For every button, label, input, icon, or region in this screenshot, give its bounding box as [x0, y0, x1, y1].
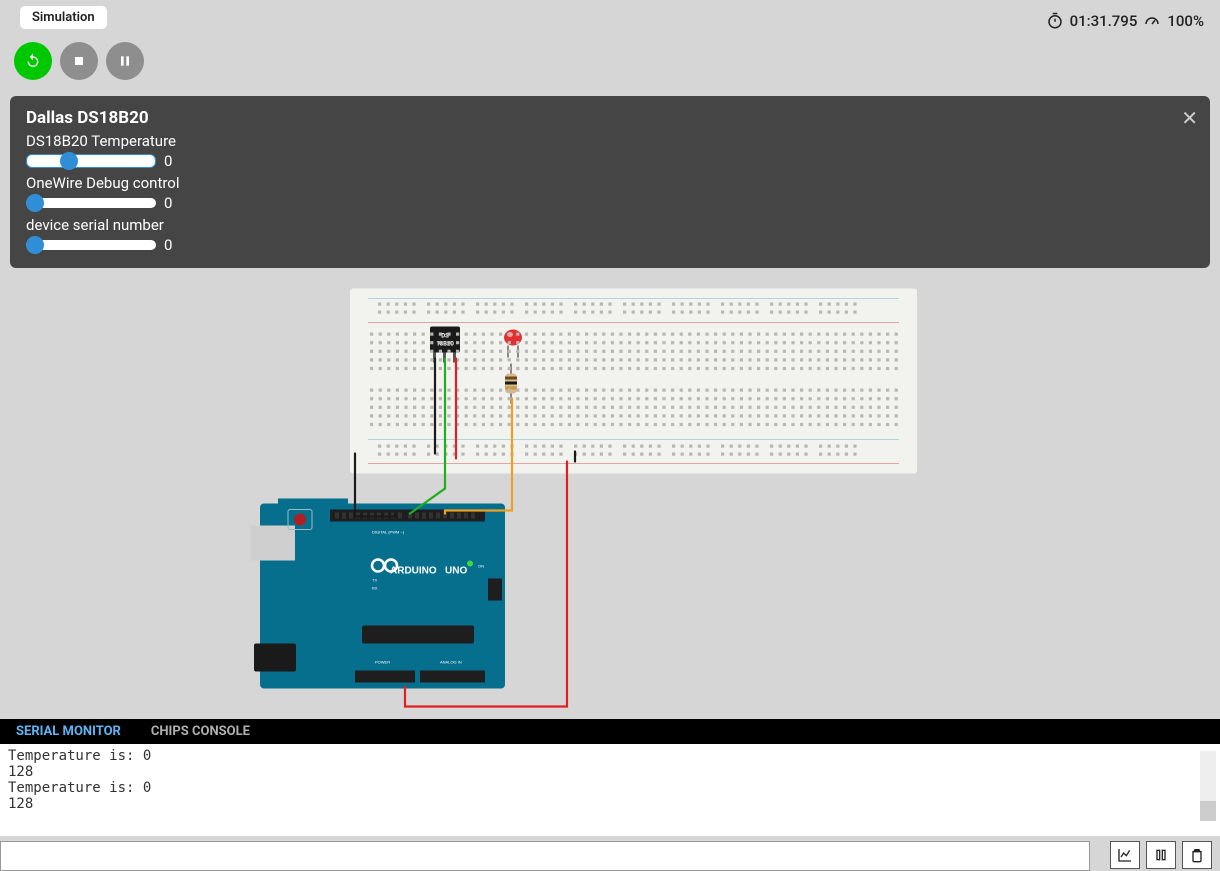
serial-clear-button[interactable] — [1182, 841, 1212, 869]
elapsed-time: 01:31.795 — [1070, 12, 1138, 30]
serial-line: 128 — [8, 796, 1212, 812]
svg-text:POWER: POWER — [375, 660, 390, 665]
serial-pause-button[interactable] — [1146, 841, 1176, 869]
simulation-tab[interactable]: Simulation — [20, 6, 107, 29]
panel-close-button[interactable]: ✕ — [1181, 106, 1198, 131]
console-tabs: SERIAL MONITOR CHIPS CONSOLE — [0, 719, 1220, 744]
serial-buttons — [1110, 841, 1212, 869]
panel-title: Dallas DS18B20 — [26, 108, 1194, 128]
stopwatch-icon — [1046, 12, 1064, 30]
slider-label: device serial number — [26, 216, 1194, 234]
serial-line: Temperature is: 0 — [8, 748, 1212, 764]
plot-button[interactable] — [1110, 841, 1140, 869]
ds18b20-chip[interactable]: DS 18B20 — [430, 327, 460, 363]
debug-slider[interactable] — [26, 198, 156, 208]
perf-value: 100% — [1167, 12, 1204, 30]
timer-bar: 01:31.795 100% — [1046, 12, 1204, 30]
restart-button[interactable] — [14, 42, 52, 80]
serial-input[interactable] — [0, 841, 1090, 871]
chart-icon — [1117, 847, 1133, 863]
restart-icon — [25, 53, 41, 69]
slider-value: 0 — [164, 194, 172, 212]
stop-button[interactable] — [60, 42, 98, 80]
trash-icon — [1189, 847, 1205, 863]
svg-text:ON: ON — [478, 564, 484, 569]
slider-value: 0 — [164, 236, 172, 254]
serial-slider[interactable] — [26, 240, 156, 250]
svg-text:TX: TX — [372, 578, 377, 583]
scrollbar-thumb[interactable] — [1200, 801, 1216, 821]
serial-line: 128 — [8, 764, 1212, 780]
arduino-uno[interactable]: ARDUINO UNO DIGITAL (PWM ~) POWER ANALOG… — [250, 499, 505, 689]
tab-chips-console[interactable]: CHIPS CONSOLE — [151, 724, 250, 739]
circuit-canvas[interactable]: DS 18B20 — [0, 278, 1220, 719]
svg-text:UNO: UNO — [445, 566, 467, 577]
slider-label: OneWire Debug control — [26, 174, 1194, 192]
pause-button[interactable] — [106, 42, 144, 80]
sensor-panel: ✕ Dallas DS18B20 DS18B20 Temperature 0 O… — [10, 96, 1210, 268]
tab-serial-monitor[interactable]: SERIAL MONITOR — [16, 724, 121, 739]
serial-line: Temperature is: 0 — [8, 780, 1212, 796]
close-icon: ✕ — [1181, 108, 1198, 130]
pause-icon — [1153, 847, 1169, 863]
simulation-controls — [14, 42, 144, 80]
stop-icon — [71, 53, 87, 69]
svg-text:ANALOG IN: ANALOG IN — [440, 660, 462, 665]
slider-label: DS18B20 Temperature — [26, 132, 1194, 150]
gauge-icon — [1143, 12, 1161, 30]
svg-text:RX: RX — [372, 586, 378, 591]
svg-text:DIGITAL (PWM ~): DIGITAL (PWM ~) — [372, 530, 405, 535]
slider-value: 0 — [164, 152, 172, 170]
temperature-slider[interactable] — [26, 154, 156, 168]
serial-output: Temperature is: 0 128 Temperature is: 0 … — [0, 744, 1220, 836]
pause-icon — [117, 53, 133, 69]
